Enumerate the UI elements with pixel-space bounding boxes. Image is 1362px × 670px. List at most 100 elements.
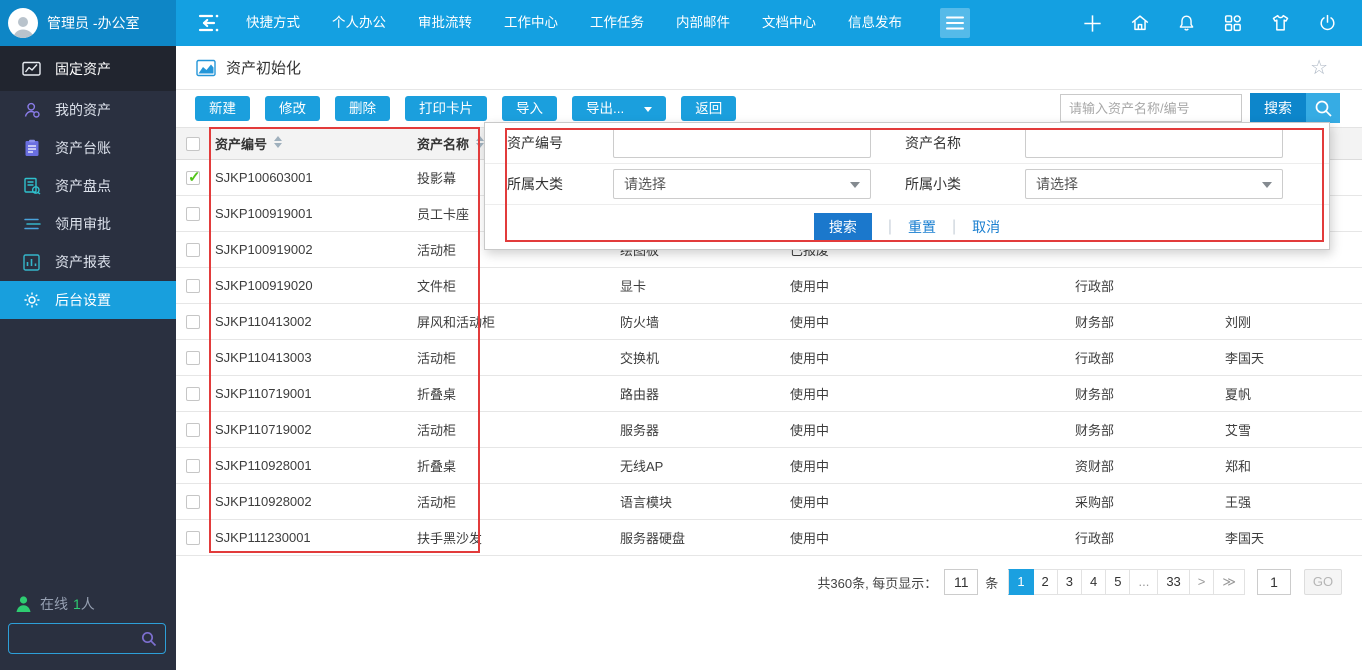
topnav-item[interactable]: 个人办公 xyxy=(316,0,402,46)
hamburger-button[interactable] xyxy=(940,8,970,38)
search-button[interactable]: 搜索 xyxy=(1250,93,1306,123)
page-button[interactable]: 2 xyxy=(1034,569,1058,595)
table-row[interactable]: SJKP111230001扶手黑沙发服务器硬盘使用中行政部李国天 xyxy=(176,520,1362,556)
page-button[interactable]: 33 xyxy=(1158,569,1189,595)
table-row[interactable]: SJKP110719002活动柜服务器使用中财务部艾雪 xyxy=(176,412,1362,448)
online-count: 1 xyxy=(73,596,81,612)
topnav-item[interactable]: 信息发布 xyxy=(832,0,918,46)
export-button[interactable]: 导出... xyxy=(572,96,666,121)
subcategory-select[interactable]: 请选择 xyxy=(1025,169,1283,199)
cell-user: 郑和 xyxy=(1220,448,1362,484)
sort-icon[interactable] xyxy=(274,136,282,148)
sidebar-search-input[interactable] xyxy=(9,624,141,653)
page-button[interactable]: 1 xyxy=(1008,569,1033,595)
pagination-unit: 条 xyxy=(985,573,998,592)
shirt-icon[interactable] xyxy=(1269,12,1292,34)
home-icon[interactable] xyxy=(1129,12,1151,34)
header-asset-no[interactable]: 资产编号 xyxy=(210,128,412,160)
bell-icon[interactable] xyxy=(1176,12,1197,34)
goto-page-input[interactable] xyxy=(1257,569,1291,595)
sidebar-module-fixed-assets[interactable]: 固定资产 xyxy=(0,46,176,91)
cell-asset-no: SJKP110413002 xyxy=(210,304,412,340)
table-row[interactable]: SJKP110413003活动柜交换机使用中行政部李国天 xyxy=(176,340,1362,376)
row-checkbox[interactable] xyxy=(186,531,200,545)
power-icon[interactable] xyxy=(1317,12,1338,34)
page-button[interactable]: ≫ xyxy=(1214,569,1245,595)
table-row[interactable]: SJKP110719001折叠桌路由器使用中财务部夏帆 xyxy=(176,376,1362,412)
row-checkbox[interactable] xyxy=(186,495,200,509)
toolbar-button[interactable]: 删除 xyxy=(335,96,390,121)
topnav-item[interactable]: 审批流转 xyxy=(402,0,488,46)
avatar xyxy=(8,8,38,38)
back-button[interactable]: 返回 xyxy=(681,96,736,121)
table-row[interactable]: SJKP110413002屏风和活动柜防火墙使用中财务部刘刚 xyxy=(176,304,1362,340)
cell-asset-name: 扶手黑沙发 xyxy=(412,520,615,556)
popup-reset-button[interactable]: 重置 xyxy=(908,217,936,237)
cell-user: 李国天 xyxy=(1220,340,1362,376)
row-checkbox[interactable] xyxy=(186,315,200,329)
topnav-item[interactable]: 工作任务 xyxy=(574,0,660,46)
page-button[interactable]: > xyxy=(1190,569,1215,595)
sidebar-search-icon[interactable] xyxy=(141,631,165,647)
page-button[interactable]: 4 xyxy=(1082,569,1106,595)
sidebar-item-asset-report[interactable]: 资产报表 xyxy=(0,243,176,281)
go-button[interactable]: GO xyxy=(1304,569,1342,595)
row-checkbox[interactable] xyxy=(186,243,200,257)
table-row[interactable]: SJKP110928001折叠桌无线AP使用中资财部郑和 xyxy=(176,448,1362,484)
row-checkbox[interactable] xyxy=(186,351,200,365)
topnav-item[interactable]: 文档中心 xyxy=(746,0,832,46)
search-magnifier-button[interactable] xyxy=(1306,93,1340,123)
row-checkbox[interactable] xyxy=(186,279,200,293)
row-checkbox[interactable] xyxy=(186,207,200,221)
sidebar-item-approval[interactable]: 领用审批 xyxy=(0,205,176,243)
table-row[interactable]: SJKP110928002活动柜语言模块使用中采购部王强 xyxy=(176,484,1362,520)
titlebar: 资产初始化 ☆ xyxy=(176,46,1362,90)
favorite-star-icon[interactable]: ☆ xyxy=(1310,58,1328,78)
menu-list-icon[interactable] xyxy=(196,13,220,33)
select-all-checkbox[interactable] xyxy=(186,137,200,151)
row-checkbox[interactable] xyxy=(186,171,200,185)
asset-no-field[interactable] xyxy=(613,128,871,158)
row-checkbox[interactable] xyxy=(186,459,200,473)
toolbar-button[interactable]: 新建 xyxy=(195,96,250,121)
toolbar-button[interactable]: 修改 xyxy=(265,96,320,121)
popup-cancel-button[interactable]: 取消 xyxy=(972,217,1000,237)
asset-search-input[interactable] xyxy=(1060,94,1242,122)
page-button[interactable]: ... xyxy=(1130,569,1158,595)
page-button[interactable]: 5 xyxy=(1106,569,1130,595)
topnav-item[interactable]: 工作中心 xyxy=(488,0,574,46)
sidebar-item-settings[interactable]: 后台设置 xyxy=(0,281,176,319)
cell-col3: 无线AP xyxy=(615,448,785,484)
topbar-user-area[interactable]: 管理员 -办公室 xyxy=(0,0,176,46)
cell-asset-name: 屏风和活动柜 xyxy=(412,304,615,340)
row-checkbox[interactable] xyxy=(186,423,200,437)
list-lines-icon xyxy=(22,215,41,234)
clipboard-icon xyxy=(22,139,41,158)
cell-asset-no: SJKP110413003 xyxy=(210,340,412,376)
sidebar-item-asset-inventory[interactable]: 资产盘点 xyxy=(0,167,176,205)
category-select[interactable]: 请选择 xyxy=(613,169,871,199)
topnav-item[interactable]: 快捷方式 xyxy=(230,0,316,46)
plus-icon[interactable] xyxy=(1081,12,1104,35)
sort-icon[interactable] xyxy=(476,136,484,148)
apps-icon[interactable] xyxy=(1222,12,1244,34)
page-button[interactable]: 3 xyxy=(1058,569,1082,595)
cell-status: 使用中 xyxy=(785,376,1070,412)
cell-col3: 显卡 xyxy=(615,268,785,304)
online-label: 在线 xyxy=(40,594,68,614)
topnav-item[interactable]: 内部邮件 xyxy=(660,0,746,46)
page-size-input[interactable] xyxy=(944,569,978,595)
sidebar-item-asset-ledger[interactable]: 资产台账 xyxy=(0,129,176,167)
cell-asset-no: SJKP110719002 xyxy=(210,412,412,448)
toolbar-button[interactable]: 打印卡片 xyxy=(405,96,487,121)
report-icon xyxy=(22,253,41,272)
export-button-label: 导出... xyxy=(586,96,624,121)
sidebar-item-my-assets[interactable]: 我的资产 xyxy=(0,91,176,129)
toolbar-button[interactable]: 导入 xyxy=(502,96,557,121)
popup-search-button[interactable]: 搜索 xyxy=(814,213,872,242)
asset-name-field[interactable] xyxy=(1025,128,1283,158)
cell-dept: 行政部 xyxy=(1070,340,1220,376)
chevron-down-icon xyxy=(1262,182,1272,193)
row-checkbox[interactable] xyxy=(186,387,200,401)
table-row[interactable]: SJKP100919020文件柜显卡使用中行政部 xyxy=(176,268,1362,304)
